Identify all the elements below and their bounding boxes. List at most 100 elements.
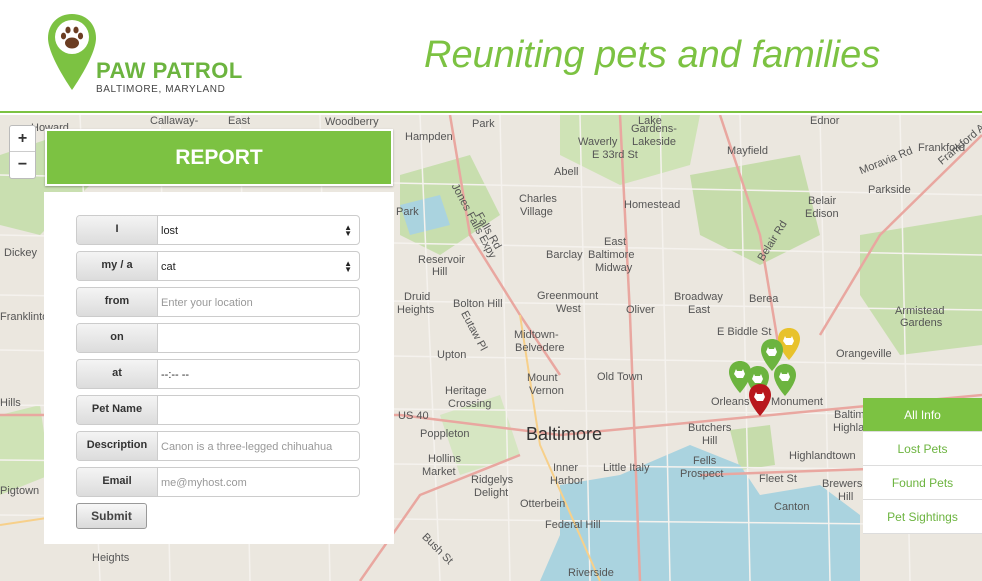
map-label: Franklinto (0, 311, 49, 323)
email-placeholder: me@myhost.com (161, 477, 247, 489)
map-label: Upton (437, 349, 467, 361)
filter-found-pets[interactable]: Found Pets (863, 466, 982, 500)
select-arrows-icon: ▲ ▼ (344, 259, 352, 274)
map-label: Federal Hill (545, 519, 601, 531)
date-value (161, 324, 353, 352)
map-label: Parkside (868, 184, 911, 196)
zoom-in-button[interactable]: + (10, 126, 35, 152)
map-label: Hills (0, 397, 21, 409)
map-label: Fleet St (759, 473, 797, 485)
lost-marker-icon[interactable] (748, 383, 772, 417)
map-label: Belair (808, 195, 837, 207)
map-label: Hill (838, 491, 854, 503)
logo-title: PAW PATROL (96, 58, 243, 83)
map-label: Park (472, 118, 495, 130)
map-label: Otterbein (520, 498, 566, 510)
map-label: Broadway (674, 291, 723, 303)
map-label: Homestead (624, 199, 681, 211)
field-label: from (77, 288, 158, 316)
map-label: Little Italy (603, 462, 650, 474)
map-label: Oliver (626, 304, 655, 316)
map-label: Crossing (448, 398, 492, 410)
map-label: Park (396, 206, 419, 218)
field-label: I (77, 216, 158, 244)
pet-type-select[interactable]: my / a cat ▲ ▼ (76, 251, 360, 281)
logo-subtitle: BALTIMORE, MARYLAND (96, 84, 226, 95)
map-label: Dickey (4, 247, 38, 259)
lost-found-select[interactable]: I lost ▲ ▼ (76, 215, 360, 245)
filter-all-info[interactable]: All Info (863, 398, 982, 432)
paw-pin-icon (48, 14, 96, 90)
map-label: Poppleton (420, 428, 470, 440)
description-field[interactable]: Description Canon is a three-legged chih… (76, 431, 360, 461)
map-label: US 40 (398, 410, 429, 422)
logo[interactable]: PAW PATROL BALTIMORE, MARYLAND (46, 12, 286, 102)
map-label: Gardens (900, 317, 943, 329)
map-label: Waverly (578, 136, 618, 148)
map-label: Harbor (550, 475, 584, 487)
map-label: Fells (693, 455, 717, 467)
date-field[interactable]: on (76, 323, 360, 353)
map-label: Brewers (822, 478, 863, 490)
map-label: Midtown- (514, 329, 559, 341)
map-label: Monument (771, 396, 823, 408)
email-field[interactable]: Email me@myhost.com (76, 467, 360, 497)
field-label: Description (77, 432, 158, 460)
map-label: E 33rd St (592, 149, 638, 161)
field-label: at (77, 360, 158, 388)
description-placeholder: Canon is a three-legged chihuahua (161, 441, 333, 453)
map-label: Market (422, 466, 456, 478)
map-label: Heights (92, 552, 130, 564)
submit-button[interactable]: Submit (76, 503, 147, 529)
time-field[interactable]: at --:-- -- (76, 359, 360, 389)
map-label: Woodberry (325, 116, 379, 128)
map-label: Canton (774, 501, 810, 513)
zoom-out-button[interactable]: − (10, 152, 35, 178)
map-label: Old Town (597, 371, 643, 383)
found-marker-icon[interactable] (773, 363, 797, 397)
filter-lost-pets[interactable]: Lost Pets (863, 432, 982, 466)
map-label: Heritage (445, 385, 487, 397)
pet-name-value (161, 396, 353, 424)
map-label: Vernon (529, 385, 564, 397)
map-label: Hill (702, 435, 718, 447)
map-label: Abell (554, 166, 579, 178)
map-label: Midway (595, 262, 633, 274)
city-label: Baltimore (526, 424, 603, 444)
map-label: Barclay (546, 249, 583, 261)
location-field[interactable]: from Enter your location (76, 287, 360, 317)
map-label: Village (520, 206, 553, 218)
site-header: PAW PATROL BALTIMORE, MARYLAND Reuniting… (0, 0, 982, 113)
map-label: Delight (474, 487, 509, 499)
pet-name-field[interactable]: Pet Name (76, 395, 360, 425)
select-value: cat (161, 261, 176, 273)
field-label: my / a (77, 252, 158, 280)
filter-panel: All Info Lost Pets Found Pets Pet Sighti… (863, 398, 982, 534)
map-label: Bolton Hill (453, 298, 503, 310)
map-label: Hill (432, 266, 448, 278)
map-label: Prospect (680, 468, 724, 480)
map-label: East (688, 304, 711, 316)
map-label: Orangeville (836, 348, 892, 360)
map-label: Frankford (918, 142, 966, 154)
map-label: Riverside (568, 567, 614, 579)
field-label: Email (77, 468, 158, 496)
filter-pet-sightings[interactable]: Pet Sightings (863, 500, 982, 534)
map-label: Armistead (895, 305, 945, 317)
map-label: Heights (397, 304, 435, 316)
map-label: Mayfield (727, 145, 768, 157)
map-label: Mount (527, 372, 558, 384)
report-header: REPORT (45, 129, 393, 186)
time-value: --:-- -- (161, 369, 190, 381)
select-arrows-icon: ▲ ▼ (344, 223, 352, 238)
map-label: Edison (805, 208, 839, 220)
map-label: Charles (519, 193, 557, 205)
map-label: Ridgelys (471, 474, 514, 486)
map-label: Pigtown (0, 485, 40, 497)
map-label: Callaway- (150, 115, 199, 127)
map-label: Butchers (688, 422, 732, 434)
map-label: West (556, 303, 581, 315)
map-label: Gardens- (631, 123, 677, 135)
map-label: E Biddle St (717, 326, 772, 338)
map-label: Belvedere (515, 342, 565, 354)
